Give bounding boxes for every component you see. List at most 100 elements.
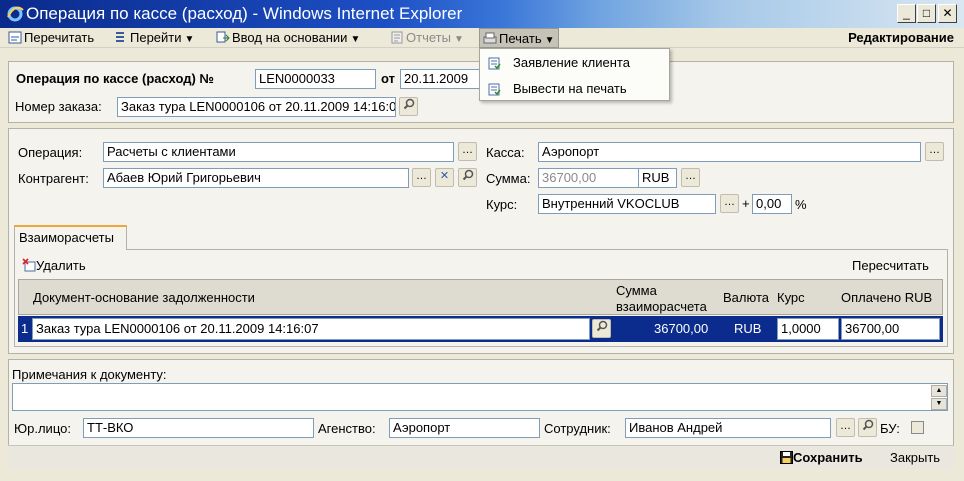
row-rate-field[interactable]: 1,0000 <box>777 318 839 340</box>
plus-sign: + <box>742 196 750 211</box>
col-sum-header-line2: взаиморасчета <box>616 299 707 314</box>
delete-row-button[interactable]: Удалить <box>22 258 86 274</box>
sum-field[interactable]: 36700,00 <box>538 168 639 188</box>
employee-label: Сотрудник: <box>544 421 611 436</box>
print-dropdown: Заявление клиента Вывести на печать <box>479 48 670 101</box>
notes-label: Примечания к документу: <box>12 367 167 382</box>
chevron-down-icon: ▼ <box>453 34 464 45</box>
notes-textarea[interactable] <box>12 383 948 411</box>
print-menu-item[interactable]: Заявление клиента <box>480 50 669 76</box>
sum-currency-field[interactable]: RUB <box>638 168 677 188</box>
print-menu[interactable]: Печать ▼ <box>479 28 559 48</box>
table-row[interactable]: 1 Заказ тура LEN0000106 от 20.11.2009 14… <box>18 316 943 342</box>
print-menu-item-label: Заявление клиента <box>513 55 630 70</box>
input-based-icon <box>216 31 230 43</box>
maximize-button[interactable]: □ <box>917 4 936 23</box>
row-number: 1 <box>21 321 29 336</box>
floppy-icon <box>780 451 793 464</box>
counterparty-clear-button[interactable]: ✕ <box>435 168 454 187</box>
input-based-label: Ввод на основании <box>232 30 348 45</box>
legal-entity-label: Юр.лицо: <box>14 421 71 436</box>
operation-label: Операция: <box>18 145 83 160</box>
reports-label: Отчеты <box>406 30 451 45</box>
magnifier-icon <box>403 98 414 110</box>
bu-checkbox[interactable] <box>911 421 924 434</box>
doc-number-field[interactable]: LEN0000033 <box>255 69 376 89</box>
save-button[interactable]: Сохранить <box>780 449 863 467</box>
col-doc-header: Документ-основание задолженности <box>33 290 255 305</box>
notes-scroll-down-button[interactable]: ▼ <box>931 398 947 410</box>
print-menu-item[interactable]: Вывести на печать <box>480 76 669 102</box>
x-icon: ✕ <box>439 170 450 182</box>
rate-field[interactable]: Внутренний VKOCLUB <box>538 194 716 214</box>
rate-percent-field[interactable]: 0,00 <box>752 194 792 214</box>
document-icon <box>488 83 501 96</box>
row-sum: 36700,00 <box>654 321 709 336</box>
order-label: Номер заказа: <box>15 99 102 114</box>
magnifier-icon <box>596 320 607 332</box>
cash-field[interactable]: Аэропорт <box>538 142 921 162</box>
counterparty-label: Контрагент: <box>18 171 89 186</box>
reports-icon <box>391 31 403 44</box>
toolbar: Перечитать Перейти ▼ Ввод на основании ▼ О… <box>0 28 964 48</box>
recalc-button[interactable]: Пересчитать <box>852 258 929 274</box>
magnifier-icon <box>862 419 873 431</box>
delete-label: Удалить <box>36 258 86 273</box>
operation-select-button[interactable]: … <box>458 142 477 161</box>
operation-field[interactable]: Расчеты с клиентами <box>103 142 454 162</box>
agency-field[interactable]: Аэропорт <box>389 418 540 438</box>
employee-lookup-button[interactable] <box>858 418 877 437</box>
rate-label: Курс: <box>486 197 518 212</box>
percent-sign: % <box>795 197 807 212</box>
employee-select-button[interactable]: … <box>836 418 855 437</box>
print-label: Печать <box>499 31 542 46</box>
doc-date-field[interactable]: 20.11.2009 <box>400 69 482 89</box>
from-label: от <box>381 71 395 86</box>
magnifier-icon <box>462 169 473 181</box>
cash-select-button[interactable]: … <box>925 142 944 161</box>
employee-field[interactable]: Иванов Андрей <box>625 418 831 438</box>
goto-label: Перейти <box>130 30 182 45</box>
window-titlebar: Операция по кассе (расход) - Windows Int… <box>0 0 964 28</box>
reread-icon <box>8 31 22 44</box>
notes-scroll-up-button[interactable]: ▲ <box>931 385 947 397</box>
cash-label: Касса: <box>486 145 525 160</box>
save-label: Сохранить <box>793 450 863 465</box>
action-bar: Сохранить Закрыть <box>8 445 954 469</box>
goto-menu[interactable]: Перейти ▼ <box>114 28 194 48</box>
reread-button[interactable]: Перечитать <box>8 28 94 48</box>
col-sum-header-line1: Сумма <box>616 283 657 298</box>
print-menu-item-label: Вывести на печать <box>513 81 627 96</box>
reports-menu[interactable]: Отчеты ▼ <box>390 28 464 48</box>
tab-settlements[interactable]: Взаиморасчеты <box>14 225 127 250</box>
counterparty-lookup-button[interactable] <box>458 168 477 187</box>
row-doc-lookup-button[interactable] <box>592 319 611 338</box>
grid-header: Документ-основание задолженности Сумма в… <box>18 279 943 315</box>
order-lookup-button[interactable] <box>399 97 418 116</box>
minimize-button[interactable]: _ <box>897 4 916 23</box>
goto-icon <box>116 32 124 42</box>
row-doc-field[interactable]: Заказ тура LEN0000106 от 20.11.2009 14:1… <box>32 318 590 340</box>
ie-logo-icon <box>7 6 24 22</box>
chevron-down-icon: ▼ <box>350 34 361 45</box>
close-button[interactable]: Закрыть <box>890 449 940 467</box>
counterparty-select-button[interactable]: … <box>412 168 431 187</box>
order-field[interactable]: Заказ тура LEN0000106 от 20.11.2009 14:1… <box>117 97 396 117</box>
row-currency: RUB <box>734 321 762 336</box>
bu-label: БУ: <box>880 421 900 436</box>
chevron-down-icon: ▼ <box>544 35 555 46</box>
reread-label: Перечитать <box>24 30 95 45</box>
counterparty-field[interactable]: Абаев Юрий Григорьевич <box>103 168 409 188</box>
row-paid-field[interactable]: 36700,00 <box>841 318 940 340</box>
input-based-menu[interactable]: Ввод на основании ▼ <box>216 28 360 48</box>
delete-row-icon <box>22 258 36 272</box>
chevron-down-icon: ▼ <box>184 34 195 45</box>
currency-select-button[interactable]: … <box>681 168 700 187</box>
close-window-button[interactable]: ✕ <box>938 4 957 23</box>
document-icon <box>488 57 501 70</box>
legal-entity-field[interactable]: ТТ-ВКО <box>83 418 314 438</box>
rate-select-button[interactable]: … <box>720 194 739 213</box>
sum-label: Сумма: <box>486 171 531 186</box>
edit-mode-label: Редактирование <box>848 30 954 45</box>
col-rate-header: Курс <box>777 290 805 305</box>
